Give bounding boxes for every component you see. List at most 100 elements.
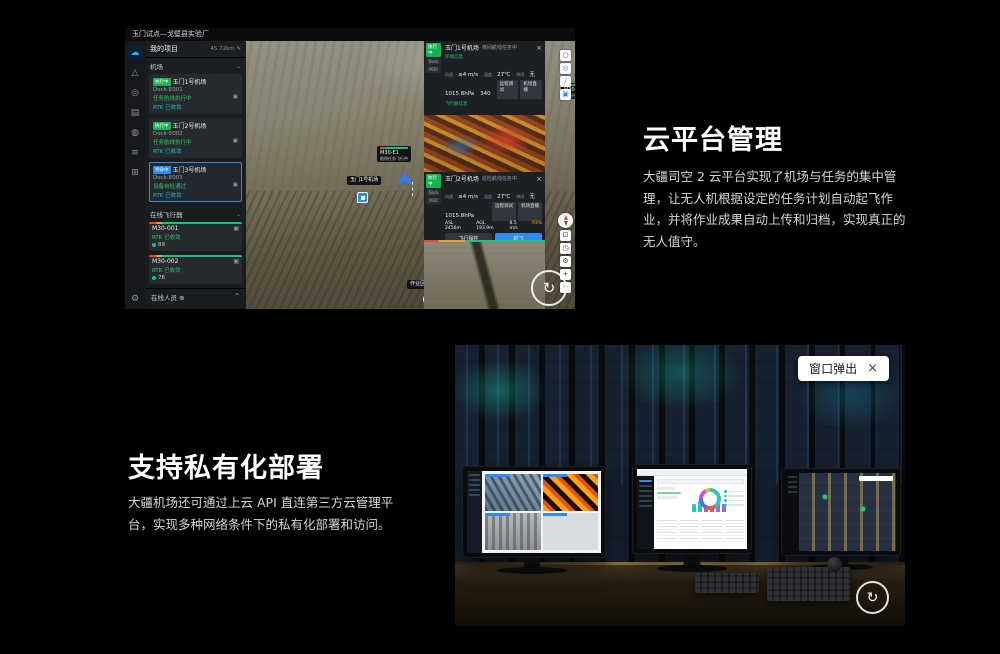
monitor-center [633,465,751,553]
members-icon[interactable]: ◎ [127,85,143,101]
dock-name: 玉门1号机场 [173,77,207,86]
device-sidebar: 我的项目 45.72km ✎ 机场 ⌄ 执行中 玉门1号机场 Dock-E001… [145,41,246,309]
aircraft-name: M30-001 [152,225,178,232]
dock-live-video[interactable] [424,115,545,172]
remote-debug-button[interactable]: 远程调试 [492,202,516,221]
monitor-base [657,565,727,572]
empty-tile [543,513,599,550]
close-icon[interactable]: × [536,44,542,52]
video-icon[interactable]: ▣ [233,258,239,265]
filter-dropdown [657,479,744,484]
chart-legend [724,488,744,508]
chevron-down-icon: ⌄ [236,63,241,70]
replay-arrow-icon: ↻ [543,279,556,297]
camera-icon[interactable]: ▣ [233,138,238,146]
map-marker-green [823,495,827,499]
statistics-icon[interactable]: ≡ [127,145,143,161]
dock-live-button[interactable]: 机场直播 [520,80,542,99]
video-icon[interactable]: ▣ [233,225,239,232]
rain-value: 无 [529,72,535,78]
project-icon[interactable]: △ [127,65,143,81]
panel-device-strip: 执行中 Dock M30 [426,174,441,204]
panel-device-strip: 执行中 Dock M30 [426,43,441,73]
battery-dot-icon [152,276,156,280]
dock-status1: 任务航线执行中 [153,138,192,146]
status-badge: 执行中 [426,174,441,188]
aircraft-card[interactable]: M30-002 ▣ RTK 已收敛 76 [149,255,242,284]
replay-button[interactable]: ↻ [856,581,889,614]
settings-gear-icon[interactable]: ⚙ [127,291,143,307]
status-badge: 执行中 [153,122,171,130]
dock-status2: RTK 已收敛 [153,147,182,155]
private-section-heading: 支持私有化部署 [128,446,324,485]
dock-marker-icon[interactable] [357,192,368,203]
close-icon[interactable]: × [867,361,878,376]
aircraft-name: M30-002 [152,258,178,265]
project-meta: 45.72km ✎ [210,46,241,52]
map-label-aircraft[interactable]: M30-E1 航线任务飞行中 [377,146,411,162]
cloud-section-body: 大疆司空 2 云平台实现了机场与任务的集中管理，让无人机根据设定的任务计划自动起… [643,166,907,252]
window-title: 玉门试点—戈壁县实验厂 [125,28,575,41]
dock-status1: 设备自检通过 [153,182,186,190]
devices-icon[interactable]: ▤ [127,105,143,121]
popup-pill[interactable]: 窗口弹出 × [798,356,889,381]
add-icon[interactable]: ⊕ [179,294,184,302]
aircraft-card[interactable]: M30-001 ▣ RTK 已收敛 89 [149,222,242,251]
group-dock[interactable]: 机场 ⌄ [145,58,246,74]
search-icon[interactable]: ○ [560,50,571,61]
dock-status2: RTK 已收敛 [153,191,182,199]
map-label-dock[interactable]: 玉门1号机场 [347,176,381,185]
dock-card-selected[interactable]: 待命中 玉门3号机场 Dock-E003 设备自检通过 ▣ RTK 已收敛 [149,162,242,202]
aircraft-status: RTK 已收敛 [152,233,181,241]
map-marker-green [861,507,865,511]
edit-pencil-icon[interactable]: ✎ [236,46,241,52]
close-icon[interactable]: × [536,175,542,183]
heading-value: 340 [480,91,491,97]
status-badge: 执行中 [426,43,441,57]
map-search-bar [859,476,893,481]
camera-icon[interactable]: ▣ [233,182,238,190]
replay-arrow-icon: ↻ [867,590,879,606]
dock-thumb[interactable]: Dock [426,58,441,65]
compass-icon[interactable] [558,213,573,228]
measure-icon[interactable]: ∕ [560,76,571,87]
remote-debug-button[interactable]: 远程调试 [497,80,519,99]
aircraft-thumb[interactable]: M30 [426,197,441,204]
frame-select-icon[interactable]: ▣ [560,89,571,100]
control-console [767,567,851,601]
library-icon[interactable]: ⊞ [127,165,143,181]
replay-button[interactable]: ↻ [531,270,567,306]
donut-chart [699,488,721,510]
datacenter-scene: 窗口弹出 × ↻ [455,345,905,626]
aircraft-marker-icon[interactable] [397,172,413,185]
group-aircraft[interactable]: 在线飞行器 ⌄ [145,206,246,222]
dock-thumb[interactable]: Dock [426,189,441,196]
media-icon[interactable]: ◍ [127,125,143,141]
battery-dot-icon [152,243,156,247]
joystick [827,557,842,572]
dashboard-sidebar [637,476,654,549]
asl-value: ASL 2456m [445,221,461,231]
aircraft-live-video[interactable] [424,240,545,309]
aircraft-section-label: 飞行器信息 [445,101,542,107]
dock-device: Dock-E001 [153,87,238,93]
dock-status2: RTK 已收敛 [153,103,182,111]
map-settings-icon[interactable]: ⚙ [560,256,571,267]
fullscreen-icon[interactable]: ⊡ [560,230,571,241]
group-members[interactable]: 在线人员 ⊕ ⌃ [145,288,246,305]
camera-icon[interactable]: ▣ [233,94,238,102]
media-grid [482,471,601,553]
history-icon[interactable]: ◷ [560,243,571,254]
flighthub-logo-icon[interactable]: ☁ [127,45,143,61]
temp-value: 27℃ [497,194,510,200]
dock-live-button[interactable]: 机场直播 [518,202,542,221]
dock-card[interactable]: 执行中 玉门1号机场 Dock-E001 任务航线执行中 ▣ RTK 已收敛 [149,74,242,114]
status-badge: 执行中 [153,78,171,86]
panel-subtitle: 巡检航线任务中 [482,175,517,182]
locate-icon[interactable]: ◎ [560,63,571,74]
dock-card[interactable]: 执行中 玉门2号机场 Dock-E002 任务航线执行中 ▣ RTK 已收敛 [149,118,242,158]
battery-value: 93% [532,221,542,226]
aircraft-thumb[interactable]: M30 [426,66,441,73]
project-bar[interactable]: 我的项目 45.72km ✎ [145,41,246,58]
dock-device: Dock-E002 [153,131,238,137]
